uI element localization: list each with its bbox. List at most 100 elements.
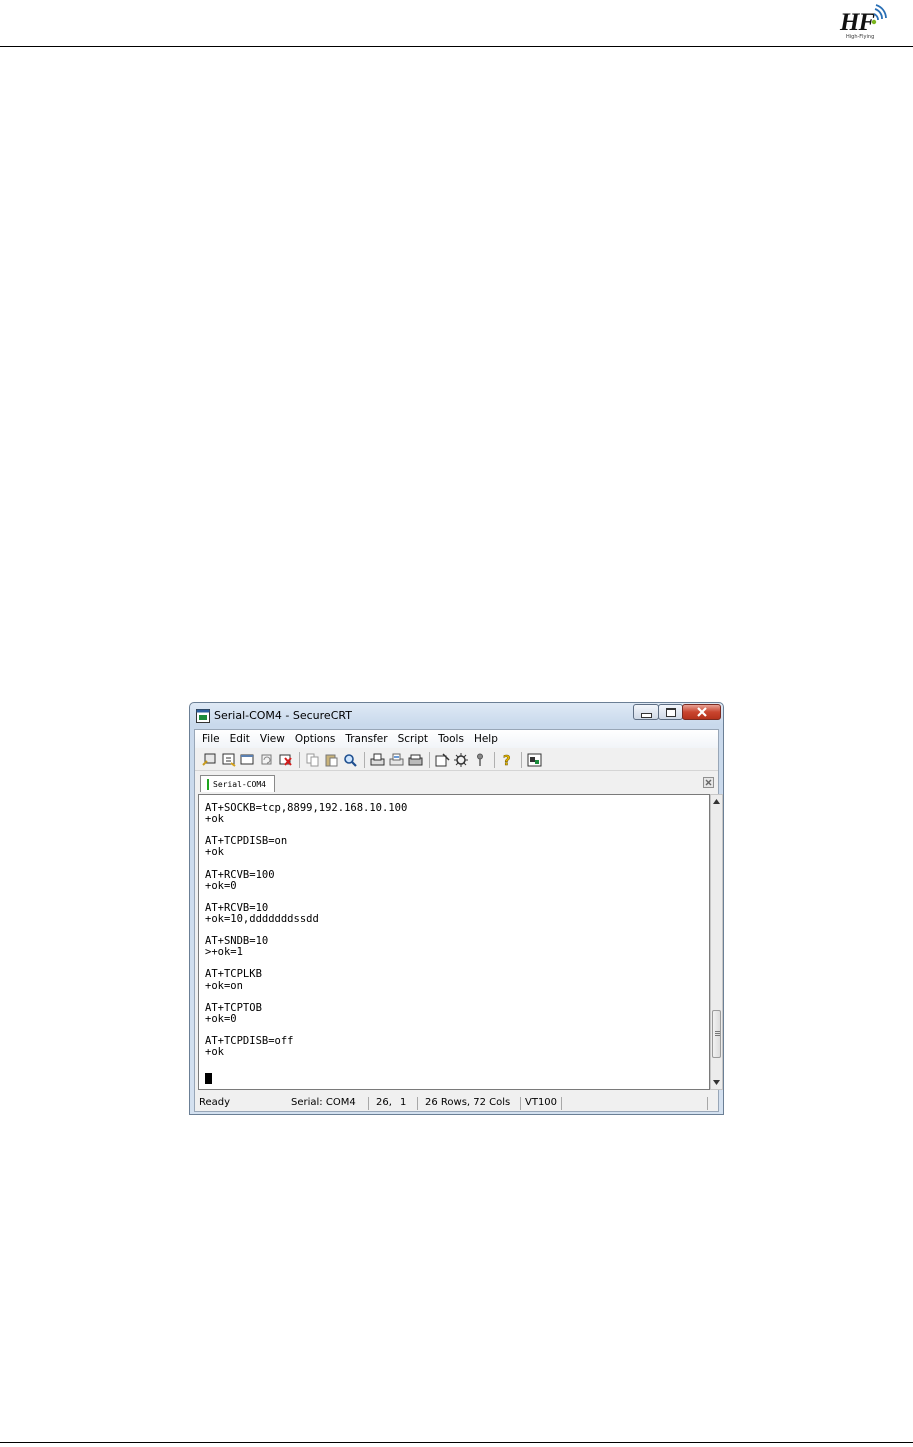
connected-status-indicator bbox=[207, 778, 209, 790]
window-title: Serial-COM4 - SecureCRT bbox=[214, 709, 352, 722]
status-divider bbox=[417, 1097, 418, 1110]
title-bar[interactable]: Serial-COM4 - SecureCRT bbox=[190, 703, 723, 729]
toolbar-separator bbox=[364, 751, 365, 768]
terminal-line: AT+TCPDISB=off bbox=[205, 1034, 294, 1047]
print-setup-icon bbox=[408, 754, 423, 765]
print-setup-button[interactable] bbox=[407, 752, 424, 768]
find-button[interactable] bbox=[342, 752, 359, 768]
toolbar-separator bbox=[429, 751, 430, 768]
close-window-button[interactable] bbox=[682, 704, 721, 720]
quick-connect-button[interactable] bbox=[220, 752, 237, 768]
disconnect-icon bbox=[279, 754, 292, 766]
status-divider bbox=[368, 1097, 369, 1110]
securecrt-app-icon bbox=[196, 709, 210, 723]
key-button[interactable] bbox=[472, 752, 489, 768]
connect-icon bbox=[202, 753, 216, 766]
window-client-area: File Edit View Options Transfer Script T… bbox=[194, 729, 723, 1112]
menu-script[interactable]: Script bbox=[393, 733, 433, 745]
minimize-button[interactable] bbox=[633, 704, 659, 720]
quick-connect-icon bbox=[222, 753, 236, 767]
menu-tools[interactable]: Tools bbox=[433, 733, 469, 745]
close-tab-button[interactable] bbox=[703, 777, 714, 788]
close-icon bbox=[705, 779, 712, 786]
terminal-line: +ok=0 bbox=[205, 1012, 237, 1025]
terminal-line: +ok=10,dddddddssdd bbox=[205, 912, 319, 925]
logo-subtitle: High-Flying bbox=[846, 34, 875, 40]
print-icon bbox=[370, 753, 385, 765]
tab-serial-com4[interactable]: Serial-COM4 bbox=[200, 775, 275, 792]
print-selection-button[interactable] bbox=[388, 752, 405, 768]
status-emulation: VT100 bbox=[525, 1097, 558, 1108]
print-button[interactable] bbox=[369, 752, 386, 768]
disconnect-button[interactable] bbox=[277, 752, 294, 768]
company-logo: HF High-Flying bbox=[838, 4, 894, 44]
terminal-line: +ok=on bbox=[205, 979, 243, 992]
reconnect-button[interactable] bbox=[258, 752, 275, 768]
scrollbar-thumb[interactable] bbox=[712, 1010, 721, 1059]
status-row: 26, bbox=[376, 1097, 392, 1108]
connect-tab-icon bbox=[240, 754, 254, 764]
paste-button[interactable] bbox=[323, 752, 340, 768]
menu-transfer[interactable]: Transfer bbox=[340, 733, 392, 745]
find-icon bbox=[344, 753, 357, 767]
terminal-line: AT+SOCKB=tcp,8899,192.168.10.100 bbox=[205, 802, 408, 814]
menu-options[interactable]: Options bbox=[290, 733, 341, 745]
securecrt-window: Serial-COM4 - SecureCRT File Edit View O… bbox=[189, 702, 724, 1115]
reconnect-icon bbox=[261, 754, 272, 764]
toolbar-separator bbox=[299, 751, 300, 768]
terminal-cursor bbox=[205, 1073, 212, 1084]
terminal-lines: AT+SOCKB=tcp,8899,192.168.10.100 +ok AT+TC… bbox=[205, 802, 408, 1059]
status-col: 1 bbox=[400, 1097, 407, 1108]
terminal-line: AT+RCVB=100 bbox=[205, 868, 275, 881]
about-button[interactable] bbox=[526, 752, 543, 768]
status-divider bbox=[520, 1097, 521, 1110]
terminal-output[interactable]: AT+SOCKB=tcp,8899,192.168.10.100 +ok AT+TC… bbox=[198, 794, 710, 1090]
grip-line bbox=[715, 1031, 720, 1033]
logo-mark: HF bbox=[840, 9, 875, 36]
help-button[interactable]: ? bbox=[499, 752, 516, 768]
status-size: 26 Rows, 72 Cols bbox=[425, 1097, 511, 1108]
terminal-line: +ok bbox=[205, 1046, 224, 1059]
maximize-icon bbox=[665, 707, 676, 717]
key-icon bbox=[477, 753, 483, 766]
menu-edit[interactable]: Edit bbox=[225, 733, 255, 745]
copy-button[interactable] bbox=[304, 752, 321, 768]
status-connection: Serial: COM4 bbox=[291, 1097, 356, 1108]
status-divider bbox=[707, 1097, 708, 1110]
status-state: Ready bbox=[199, 1097, 231, 1108]
terminal-line: >+ok=1 bbox=[205, 946, 243, 959]
scroll-up-button[interactable] bbox=[711, 795, 722, 808]
toolbar-separator bbox=[521, 751, 522, 768]
menu-bar: File Edit View Options Transfer Script T… bbox=[195, 730, 718, 748]
tab-label: Serial-COM4 bbox=[213, 779, 266, 789]
connect-tab-button[interactable] bbox=[239, 752, 256, 768]
status-bar: Ready Serial: COM4 26, 1 26 Rows, 72 Col… bbox=[195, 1095, 718, 1112]
scroll-down-button[interactable] bbox=[711, 1076, 722, 1089]
close-icon bbox=[696, 707, 707, 717]
paste-icon bbox=[325, 754, 338, 766]
terminal-line: AT+TCPDISB=on bbox=[205, 835, 288, 848]
menu-help[interactable]: Help bbox=[469, 733, 503, 745]
terminal-line: +ok=0 bbox=[205, 879, 237, 892]
grip-line bbox=[715, 1035, 720, 1037]
session-options-icon bbox=[435, 752, 450, 766]
terminal-line: AT+TCPLKB bbox=[205, 968, 262, 981]
terminal-line: +ok bbox=[205, 846, 224, 859]
about-icon bbox=[527, 753, 542, 766]
session-options-button[interactable] bbox=[434, 752, 451, 768]
global-options-button[interactable] bbox=[453, 752, 470, 768]
menu-view[interactable]: View bbox=[255, 733, 290, 745]
copy-icon bbox=[306, 753, 319, 766]
maximize-button[interactable] bbox=[658, 704, 683, 720]
vertical-scrollbar[interactable] bbox=[710, 794, 723, 1090]
arrow-down-icon bbox=[713, 1080, 720, 1085]
print-selection-icon bbox=[389, 753, 404, 765]
header-rule bbox=[0, 46, 913, 47]
svg-text:?: ? bbox=[503, 754, 511, 767]
connect-button[interactable] bbox=[201, 752, 218, 768]
menu-file[interactable]: File bbox=[195, 733, 225, 745]
minimize-icon bbox=[640, 712, 652, 718]
help-icon: ? bbox=[503, 753, 511, 767]
global-options-icon bbox=[454, 752, 468, 767]
